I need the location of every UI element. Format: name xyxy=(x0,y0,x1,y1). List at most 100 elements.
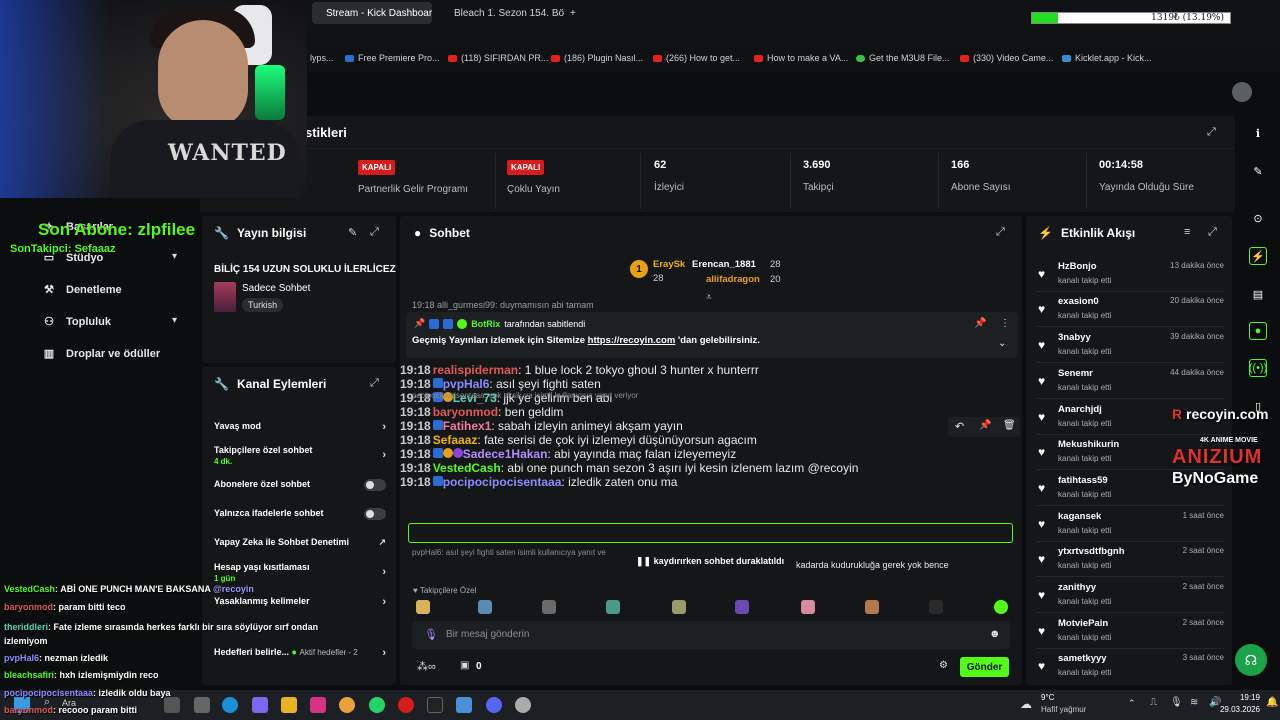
emote-icon[interactable] xyxy=(801,600,815,614)
pin-icon[interactable]: 📌 xyxy=(979,420,991,431)
expand-icon[interactable]: ⤢ xyxy=(1207,126,1216,139)
channel-points-icon[interactable]: ⁂∞ xyxy=(417,660,436,673)
ai-moderation-row[interactable]: Yapay Zeka ile Sohbet Denetimi ↗ xyxy=(214,537,386,547)
new-tab-button[interactable]: + xyxy=(566,2,584,24)
expand-icon[interactable]: ⤢ xyxy=(370,226,379,239)
chevron-up-icon[interactable]: ⌃ xyxy=(1128,698,1136,709)
mic-icon[interactable]: 🎙 xyxy=(1170,697,1183,708)
chat-message-highlighted[interactable]: 19:18 VestedCash: abi one punch man sezon… xyxy=(400,461,858,475)
emote-icon[interactable] xyxy=(606,600,620,614)
chevron-down-icon[interactable]: ▾ xyxy=(172,315,177,326)
filter-icon[interactable]: ≡ xyxy=(1184,226,1190,238)
tab-kick-dashboard[interactable]: Stream - Kick Dashboard xyxy=(312,2,432,24)
obs-icon[interactable] xyxy=(515,697,531,713)
notification-icon[interactable]: 🔔 xyxy=(1266,697,1278,708)
followers-only-row[interactable]: Takipçilere özel sohbet 4 dk. › xyxy=(214,445,386,466)
leader-name[interactable]: allifadragon xyxy=(706,274,760,285)
discord-icon[interactable] xyxy=(486,697,502,713)
chrome-icon[interactable] xyxy=(339,697,355,713)
instagram-icon[interactable] xyxy=(310,697,326,713)
bookmark-item[interactable]: (186) Plugin Nasıl... xyxy=(551,53,643,63)
file-icon[interactable] xyxy=(194,697,210,713)
chat-paused-banner[interactable]: ❚❚ kaydırırken sohbet duraklatıldı xyxy=(636,556,784,567)
account-age-row[interactable]: Hesap yaşı kısıtlaması 1 gün › xyxy=(214,562,386,583)
emote-icon[interactable] xyxy=(994,600,1008,614)
activity-item[interactable]: ♥ exasion0 kanalı takip etti 20 dakika önce xyxy=(1036,293,1224,327)
chat-message[interactable]: 19:18 realispiderman: 1 blue lock 2 tokyo… xyxy=(400,363,858,377)
activity-item[interactable]: ♥ zanithyy kanalı takip etti 2 saat önce xyxy=(1036,579,1224,613)
nav-item-community[interactable]: ⚇ Topluluk xyxy=(42,315,111,329)
bookmark-item[interactable]: (118) SIFIRDAN PR... xyxy=(448,53,548,63)
chat-icon[interactable]: ● xyxy=(1249,322,1267,340)
nav-item-moderation[interactable]: ⚒ Denetleme xyxy=(42,283,122,297)
activity-item[interactable]: ♥ HzBonjo kanalı takip etti 13 dakika önce xyxy=(1036,258,1224,292)
bookmark-item[interactable]: (330) Video Came... xyxy=(960,53,1053,63)
lightning-icon[interactable]: ⚡ xyxy=(1249,247,1267,265)
activity-item[interactable]: ♥ kagansek kanalı takip etti 1 saat önce xyxy=(1036,508,1224,542)
chat-message[interactable]: 19:18 pocipocipocisentaaa: izledik zaten … xyxy=(400,475,858,489)
expand-icon[interactable]: ⤢ xyxy=(370,377,379,390)
task-view-icon[interactable] xyxy=(164,697,180,713)
edge-icon[interactable] xyxy=(222,697,238,713)
support-icon[interactable]: ☊ xyxy=(1235,644,1267,676)
banned-words-row[interactable]: Yasaklanmış kelimeler › xyxy=(214,596,386,608)
more-icon[interactable]: ⋮ xyxy=(1000,318,1010,329)
info-icon[interactable]: ℹ xyxy=(1249,124,1267,142)
nav-item-drops[interactable]: ▥ Droplar ve ödüller xyxy=(42,347,160,361)
settings-icon[interactable]: ⚙ xyxy=(939,660,948,671)
chat-input[interactable]: 🎙 Bir mesaj gönderin ☻ xyxy=(412,621,1010,649)
chevron-down-icon[interactable]: ⩡ xyxy=(706,292,712,303)
emote-icon[interactable] xyxy=(865,600,879,614)
copilot-icon[interactable] xyxy=(252,697,268,713)
emote-icon[interactable] xyxy=(542,600,556,614)
target-icon[interactable]: ⊙ xyxy=(1249,209,1267,227)
chevron-down-icon[interactable]: ⌄ xyxy=(998,338,1006,349)
activity-item[interactable]: ♥ 3nabyy kanalı takip etti 39 dakika önce xyxy=(1036,329,1224,363)
pinned-link[interactable]: https://recoyin.com xyxy=(588,335,676,346)
slow-mode-row[interactable]: Yavaş mod › xyxy=(214,421,386,433)
category-name[interactable]: Sadece Sohbet xyxy=(242,283,310,294)
send-button[interactable]: Gönder xyxy=(960,657,1009,677)
mic-icon[interactable]: 🎙 xyxy=(424,628,438,641)
document-icon[interactable]: ▤ xyxy=(1249,285,1267,303)
bookmark-item[interactable]: How to make a VA... xyxy=(754,53,848,63)
activity-item[interactable]: ♥ ytxrtvsdtfbgnh kanalı takip etti 2 saat ö… xyxy=(1036,543,1224,577)
chat-message[interactable]: 19:18 Sefaaaz: fate serisi de çok iyi izl… xyxy=(400,433,858,447)
app-icon[interactable] xyxy=(456,697,472,713)
emote-icon[interactable] xyxy=(672,600,686,614)
whatsapp-icon[interactable] xyxy=(369,697,385,713)
edit-icon[interactable]: ✎ xyxy=(348,226,357,239)
broadcast-icon[interactable]: ((•)) xyxy=(1249,359,1267,377)
subscribers-only-toggle[interactable] xyxy=(364,479,386,491)
app-r-icon[interactable] xyxy=(427,697,443,713)
bookmark-item[interactable]: Kicklet.app - Kick... xyxy=(1062,53,1152,63)
emoji-icon[interactable]: ☻ xyxy=(989,628,1001,640)
leader-name[interactable]: EraySk xyxy=(653,259,685,270)
bookmark-item[interactable]: lyps... xyxy=(310,53,334,63)
emote-icon[interactable] xyxy=(478,600,492,614)
tab-bleach[interactable]: Bleach 1. Sezon 154. Bölüm xyxy=(440,2,564,24)
edit-icon[interactable]: ✎ xyxy=(1249,162,1267,180)
chat-message[interactable]: 19:18 baryonmod: ben geldim xyxy=(400,405,858,419)
emote-icon[interactable] xyxy=(416,600,430,614)
wifi-icon[interactable]: ≋ xyxy=(1190,697,1198,708)
activity-item[interactable]: ♥ MotviePain kanalı takip etti 2 saat önce xyxy=(1036,615,1224,649)
activity-item[interactable]: ♥ Senemr kanalı takip etti 44 dakika önce xyxy=(1036,365,1224,399)
bookmark-item[interactable]: Free Premiere Pro... xyxy=(345,53,440,63)
activity-item[interactable]: ♥ sametkyyy kanalı takip etti 3 saat önce xyxy=(1036,650,1224,684)
opera-icon[interactable] xyxy=(398,697,414,713)
unpin-icon[interactable]: 📌 xyxy=(974,318,986,329)
explorer-icon[interactable] xyxy=(281,697,297,713)
bookmark-item[interactable]: Get the M3U8 File... xyxy=(856,53,950,63)
emote-icon[interactable] xyxy=(929,600,943,614)
emotes-only-toggle[interactable] xyxy=(364,508,386,520)
goals-row[interactable]: Hedefleri belirle... ● Aktif hedefler - … xyxy=(214,647,386,659)
gift-icon[interactable]: ▣ xyxy=(460,660,469,671)
delete-icon[interactable]: 🗑 xyxy=(1003,420,1016,431)
chat-message[interactable]: 19:18 Fatihex1: sabah izleyin animeyi akş… xyxy=(400,419,858,433)
expand-icon[interactable]: ⤢ xyxy=(996,226,1005,239)
leader-name[interactable]: Erencan_1881 xyxy=(692,259,756,270)
chevron-down-icon[interactable]: ▾ xyxy=(172,251,177,262)
bookmark-item[interactable]: (266) How to get... xyxy=(653,53,740,63)
avatar[interactable] xyxy=(1232,82,1252,102)
